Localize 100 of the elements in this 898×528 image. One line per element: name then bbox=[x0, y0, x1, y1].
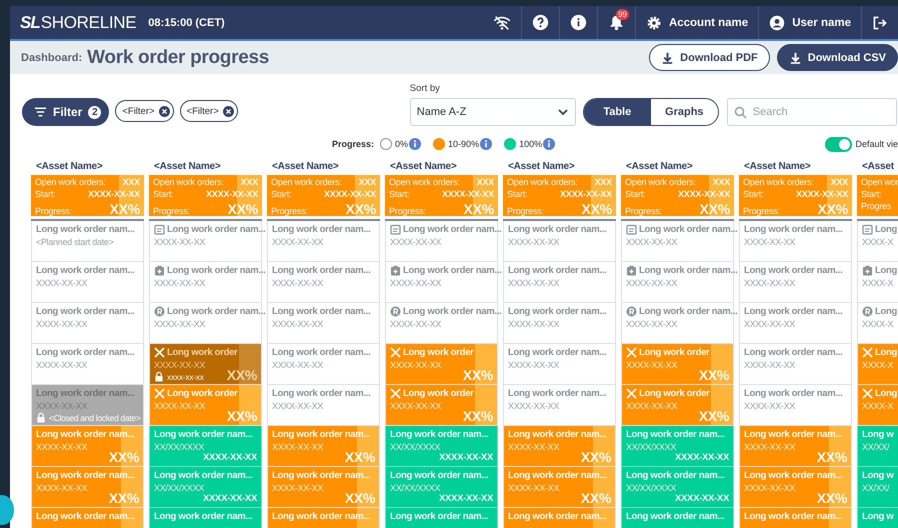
work-order-card[interactable]: Long work order nam... XXXX-XX-XX bbox=[503, 344, 616, 385]
work-order-card[interactable]: Long work order nam... XXXX-XX-XX XX% bbox=[503, 426, 616, 467]
summary-value: XXXX-XX-XX bbox=[796, 189, 848, 199]
info-icon[interactable] bbox=[570, 14, 587, 31]
work-order-card[interactable]: Long work order nam... bbox=[739, 508, 852, 528]
summary-label: Open work orders: bbox=[625, 177, 696, 187]
work-order-card[interactable]: Long work order nam... XXXX-XX-XX XX% bbox=[31, 467, 144, 508]
settings-icon[interactable] bbox=[646, 14, 662, 30]
work-order-card[interactable]: Long w bbox=[857, 508, 898, 528]
default-view-toggle[interactable] bbox=[825, 136, 852, 152]
work-order-card[interactable]: Long work order nam... XXXX-XX-XX bbox=[503, 262, 616, 303]
work-order-card[interactable]: Long work order nam... XX/XX/XXXX XXXX-XX-XX bbox=[621, 426, 734, 467]
summary-label: Progress: bbox=[507, 206, 544, 216]
summary-label: Open work orders: bbox=[153, 177, 224, 187]
work-order-card[interactable]: Long work order nam... XXXX-XX-XX bbox=[267, 221, 380, 262]
search-field[interactable]: Search bbox=[726, 98, 897, 126]
progress-percent: XX% bbox=[226, 408, 257, 424]
work-order-card[interactable]: Long work order nam... XX/XX/XXXX XXXX-XX-XX bbox=[621, 467, 734, 508]
work-order-card[interactable]: Long work order nam... XXXX-XX-XX XX% bbox=[31, 426, 144, 467]
work-order-card[interactable]: Long work order nam... XXXX-XX-XX bbox=[267, 344, 380, 385]
download-button[interactable]: Download PDF bbox=[649, 44, 770, 71]
work-order-name: Long w bbox=[862, 511, 894, 522]
work-order-card[interactable]: Long XXXX-X bbox=[857, 221, 898, 262]
sort-dropdown[interactable]: Name A-Z bbox=[410, 98, 576, 126]
work-order-card[interactable]: Long work order nam... bbox=[503, 508, 616, 528]
work-order-date: XXXX-X bbox=[862, 319, 894, 329]
work-order-card[interactable]: Long work order nam... XXXX-XX-XX XX% bbox=[739, 426, 852, 467]
remove-filter-icon[interactable] bbox=[222, 106, 234, 116]
work-order-date: XXXX-X bbox=[862, 360, 894, 370]
summary-label: Progress: bbox=[743, 206, 780, 216]
work-order-card[interactable]: Long work order XXXX-XX-XX XX% bbox=[385, 385, 498, 426]
view-tab[interactable]: Table bbox=[584, 99, 651, 125]
cross-icon bbox=[626, 388, 637, 399]
help-icon[interactable] bbox=[532, 14, 549, 31]
work-order-card[interactable]: Long work order nam... XXXX-XX-XX bbox=[739, 344, 852, 385]
work-order-card[interactable]: Long work order nam... XXXX-XX-XX XX% bbox=[739, 467, 852, 508]
work-order-card[interactable]: Long XXXX-X bbox=[857, 262, 898, 303]
work-order-card[interactable]: Long work order nam... bbox=[385, 508, 498, 528]
work-order-card[interactable]: Long work order nam... XXXX-XX-XX XX% bbox=[503, 467, 616, 508]
work-order-card[interactable]: Long XXXX-X bbox=[857, 344, 898, 385]
work-order-card[interactable]: Long work order nam... XXXX-XX-XX bbox=[739, 221, 852, 262]
account-name[interactable]: Account name bbox=[668, 16, 748, 28]
work-order-name: Long work order nam... bbox=[36, 224, 134, 235]
work-order-name: Long work order nam... bbox=[744, 306, 842, 317]
summary-value: XX% bbox=[463, 201, 494, 217]
download-button[interactable]: Download CSV bbox=[776, 44, 898, 71]
work-order-card[interactable]: Long work order nam... XXXX-XX-XX bbox=[739, 262, 852, 303]
calendar-icon bbox=[390, 224, 401, 235]
work-order-date: XXXX-XX-XX bbox=[272, 237, 324, 247]
work-order-card[interactable]: Long work order XXXX-XX-XX xxxx-xx-xx XX% bbox=[149, 344, 262, 385]
work-order-card[interactable]: Long work order nam... XXXX-XX-XX bbox=[31, 262, 144, 303]
work-order-card[interactable]: Long work order XXXX-XX-XX XX% bbox=[621, 344, 734, 385]
work-order-card[interactable]: Long w XX/XX/ bbox=[857, 426, 898, 467]
work-order-card[interactable]: Long work order nam... XXXX-XX-XX bbox=[267, 385, 380, 426]
work-order-card[interactable]: Long XXXX-X bbox=[857, 303, 898, 344]
work-order-card[interactable]: Long work order nam... XXXX-XX-XX bbox=[503, 303, 616, 344]
work-order-card[interactable]: Long work order nam... XXXX-XX-XX bbox=[31, 344, 144, 385]
work-order-date: XXXX-XX-XX bbox=[390, 360, 442, 370]
work-order-card[interactable]: Long work order nam... XXXX-XX-XX bbox=[739, 303, 852, 344]
cross-icon bbox=[390, 388, 401, 399]
work-order-name: Long work order nam... bbox=[390, 511, 488, 522]
work-order-card[interactable]: Long work order nam... bbox=[621, 508, 734, 528]
letter-r-badge-icon bbox=[626, 306, 637, 317]
letter-r-badge-icon bbox=[862, 306, 873, 317]
work-order-card[interactable]: Long work order XXXX-XX-XX XX% bbox=[621, 385, 734, 426]
work-order-card[interactable]: Long XXXX-X bbox=[857, 385, 898, 426]
work-order-card[interactable]: Long work order nam... XXXX-XX-XX XX% bbox=[267, 467, 380, 508]
summary-label: Start: bbox=[743, 189, 764, 199]
work-order-card[interactable]: Long work order nam... XXXX-XX-XX bbox=[503, 221, 616, 262]
summary-label: Progress: bbox=[271, 206, 308, 216]
work-order-card[interactable]: Long work order nam... XXXX-XX-XX bbox=[503, 385, 616, 426]
work-order-card[interactable]: Long work order XXXX-XX-XX XX% bbox=[385, 344, 498, 385]
remove-filter-icon[interactable] bbox=[158, 106, 170, 116]
work-order-card[interactable]: Long work order XXXX-XX-XX XX% bbox=[149, 385, 262, 426]
work-order-card[interactable]: Long work order nam... XXXX-XX-XX bbox=[267, 262, 380, 303]
work-order-card[interactable]: Long w XX/XX/ bbox=[857, 467, 898, 508]
work-order-name: Long work order bbox=[167, 388, 238, 399]
work-order-name: Long work order nam... bbox=[508, 388, 606, 399]
work-order-card[interactable]: Long work order nam... bbox=[31, 508, 144, 528]
user-name[interactable]: User name bbox=[792, 16, 851, 28]
work-order-name: Long w bbox=[862, 470, 894, 481]
filter-button[interactable]: Filter 2 bbox=[22, 98, 110, 126]
work-order-card[interactable]: Long work order nam... bbox=[149, 508, 262, 528]
work-order-card[interactable]: Long work order nam... XX/XX/XXXX XXXX-XX-XX bbox=[149, 426, 262, 467]
work-order-card[interactable]: Long work order nam... XX/XX/XXXX XXXX-XX-XX bbox=[385, 426, 498, 467]
logo-mark: SL bbox=[20, 12, 40, 32]
work-order-card[interactable]: Long work order nam... XXXX-XX-XX bbox=[739, 385, 852, 426]
work-order-card[interactable]: Long work order nam... XXXX-XX-XX XX% bbox=[267, 426, 380, 467]
clipboard-plus-icon bbox=[390, 265, 401, 276]
user-icon[interactable] bbox=[769, 14, 786, 30]
work-order-card[interactable]: Long work order nam... XX/XX/XXXX XXXX-XX-XX bbox=[385, 467, 498, 508]
work-order-card[interactable]: Long work order nam... <Planned start date> bbox=[31, 221, 144, 262]
work-order-card[interactable]: Long work order nam... XXXX-XX-XX bbox=[267, 303, 380, 344]
logout-icon[interactable] bbox=[872, 14, 888, 30]
wifi-off-icon[interactable] bbox=[492, 14, 511, 32]
work-order-card[interactable]: Long work order nam... XX/XX/XXXX XXXX-XX-XX bbox=[149, 467, 262, 508]
work-order-name: Long bbox=[875, 347, 898, 358]
work-order-name: Long work order nam... bbox=[36, 306, 134, 317]
work-order-card[interactable]: Long work order nam... bbox=[267, 508, 380, 528]
work-order-card[interactable]: Long work order nam... XXXX-XX-XX bbox=[31, 303, 144, 344]
